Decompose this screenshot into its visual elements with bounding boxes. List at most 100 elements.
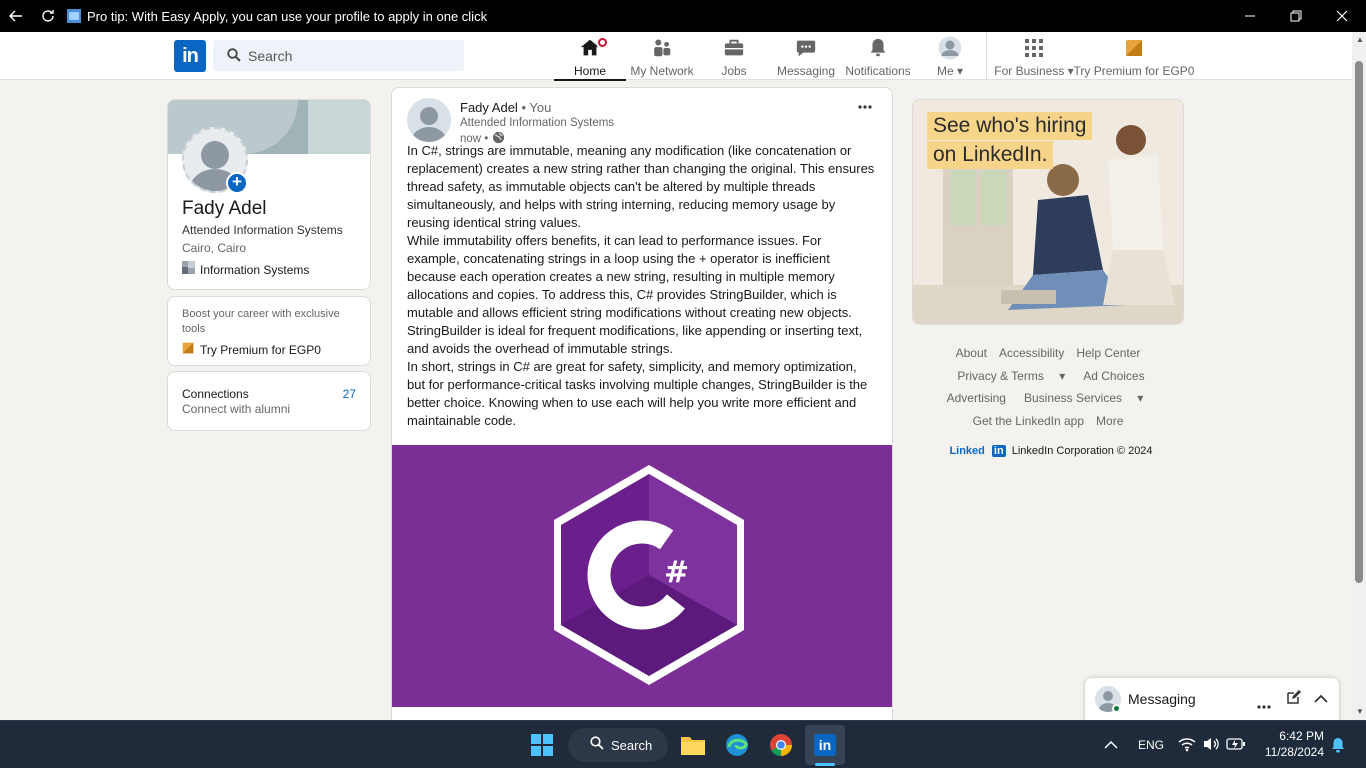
nav-label: Me ▾ bbox=[936, 64, 964, 78]
close-icon[interactable] bbox=[1328, 0, 1356, 32]
clock-date[interactable]: 11/28/2024 bbox=[1256, 745, 1324, 759]
start-icon[interactable] bbox=[522, 725, 562, 765]
chevron-down-icon: ▾ bbox=[956, 64, 964, 78]
nav-label: Jobs bbox=[721, 64, 747, 78]
post-paragraph: In C#, strings are immutable, meaning an… bbox=[407, 143, 875, 230]
nav-label: Try Premium for EGP0 bbox=[1073, 64, 1195, 78]
online-status-icon bbox=[1112, 704, 1121, 713]
tray-chevron-up-icon[interactable] bbox=[1104, 737, 1118, 755]
back-icon[interactable] bbox=[4, 0, 28, 32]
connections-card[interactable]: Connections Connect with alumni 27 bbox=[167, 371, 371, 431]
post-paragraph: While immutability offers benefits, it c… bbox=[407, 233, 863, 356]
bell-icon bbox=[867, 37, 889, 62]
nav-for-business[interactable]: For Business ▾ bbox=[992, 32, 1076, 80]
clock-time[interactable]: 6:42 PM bbox=[1262, 729, 1324, 743]
nav-notifications[interactable]: Notifications bbox=[842, 32, 914, 80]
footer-more-link[interactable]: More bbox=[1096, 414, 1123, 428]
scrollbar-thumb[interactable] bbox=[1355, 61, 1363, 583]
messaging-widget[interactable]: Messaging bbox=[1084, 677, 1340, 720]
linkedin-logo[interactable]: in bbox=[174, 40, 206, 72]
footer-business-link[interactable]: Business Services ▾ bbox=[1018, 391, 1149, 405]
post-card: Fady Adel • You Attended Information Sys… bbox=[391, 87, 893, 727]
post-paragraph: In short, strings in C# are great for sa… bbox=[407, 359, 868, 428]
nav-home[interactable]: Home bbox=[554, 32, 626, 81]
nav-me[interactable]: Me ▾ bbox=[914, 32, 986, 80]
browser-title-bar: Pro tip: With Easy Apply, you can use yo… bbox=[0, 0, 1366, 32]
active-app-indicator bbox=[815, 763, 835, 766]
language-indicator[interactable]: ENG bbox=[1138, 738, 1164, 752]
nav-jobs[interactable]: Jobs bbox=[698, 32, 770, 80]
compose-icon[interactable] bbox=[1287, 690, 1301, 709]
network-icon bbox=[651, 37, 673, 62]
scroll-down-icon[interactable]: ▼ bbox=[1356, 707, 1364, 716]
messaging-more-icon[interactable] bbox=[1257, 696, 1271, 714]
connections-sub: Connect with alumni bbox=[182, 402, 291, 416]
nav-label: Home bbox=[573, 64, 606, 78]
post-image[interactable]: # bbox=[392, 445, 892, 707]
profile-headline: Attended Information Systems bbox=[182, 223, 343, 237]
minimize-icon[interactable] bbox=[1236, 0, 1264, 32]
connections-count: 27 bbox=[342, 387, 356, 401]
windows-taskbar: Search in ENG 6:42 PM 11/28/2024 bbox=[0, 720, 1366, 768]
search-icon bbox=[227, 48, 241, 67]
messaging-label: Messaging bbox=[1128, 691, 1196, 707]
ad-headline-2: on LinkedIn. bbox=[927, 141, 1054, 169]
chevron-down-icon: ▾ bbox=[1137, 391, 1144, 405]
nav-messaging[interactable]: Messaging bbox=[770, 32, 842, 80]
edge-icon[interactable] bbox=[717, 725, 757, 765]
nav-divider bbox=[986, 32, 987, 80]
premium-card[interactable]: Boost your career with exclusive tools T… bbox=[167, 296, 371, 366]
wifi-icon[interactable] bbox=[1178, 736, 1196, 757]
battery-icon[interactable] bbox=[1226, 737, 1246, 756]
connections-label: Connections bbox=[182, 387, 249, 401]
post-author-name[interactable]: Fady Adel bbox=[460, 100, 518, 115]
top-nav: in Home My Network Jobs Messaging Notifi… bbox=[0, 32, 1352, 81]
linkedin-taskbar-icon[interactable]: in bbox=[805, 725, 845, 765]
chevron-up-icon[interactable] bbox=[1314, 691, 1328, 709]
footer-adchoices-link[interactable]: Ad Choices bbox=[1083, 369, 1144, 383]
ad-headline-1: See who's hiring bbox=[927, 112, 1093, 140]
chat-icon bbox=[795, 37, 817, 62]
footer-copyright: Linked in LinkedIn Corporation © 2024 bbox=[912, 440, 1184, 463]
post-author-avatar[interactable] bbox=[407, 98, 451, 142]
footer-accessibility-link[interactable]: Accessibility bbox=[999, 346, 1064, 360]
nav-label: For Business ▾ bbox=[994, 64, 1074, 78]
refresh-icon[interactable] bbox=[36, 0, 60, 32]
post-you-tag: • You bbox=[521, 100, 552, 115]
file-explorer-icon[interactable] bbox=[673, 725, 713, 765]
post-more-icon[interactable] bbox=[858, 96, 878, 110]
chevron-down-icon: ▾ bbox=[1059, 368, 1066, 383]
add-photo-icon[interactable]: + bbox=[226, 172, 248, 194]
footer-about-link[interactable]: About bbox=[956, 346, 987, 360]
window-title: Pro tip: With Easy Apply, you can use yo… bbox=[87, 9, 488, 24]
scroll-up-icon[interactable]: ▲ bbox=[1356, 35, 1364, 44]
taskbar-search[interactable]: Search bbox=[568, 728, 668, 762]
search-box[interactable] bbox=[213, 40, 464, 71]
footer-help-link[interactable]: Help Center bbox=[1076, 346, 1140, 360]
footer-privacy-link[interactable]: Privacy & Terms ▾ bbox=[951, 369, 1071, 383]
nav-try-premium[interactable]: Try Premium for EGP0 bbox=[1074, 32, 1194, 80]
premium-link[interactable]: Try Premium for EGP0 bbox=[182, 341, 321, 359]
post-author-headline: Attended Information Systems bbox=[460, 117, 615, 129]
footer-links: About Accessibility Help Center Privacy & … bbox=[912, 342, 1184, 463]
favicon-icon bbox=[66, 0, 82, 32]
active-indicator bbox=[554, 79, 626, 81]
nav-label: Messaging bbox=[776, 64, 836, 78]
notification-badge bbox=[596, 36, 609, 49]
restore-icon[interactable] bbox=[1282, 0, 1310, 32]
hiring-ad[interactable]: See who's hiring on LinkedIn. bbox=[912, 99, 1184, 325]
chrome-icon[interactable] bbox=[761, 725, 801, 765]
profile-name[interactable]: Fady Adel bbox=[182, 198, 267, 220]
footer-app-link[interactable]: Get the LinkedIn app bbox=[973, 414, 1084, 428]
profile-org[interactable]: Information Systems bbox=[182, 261, 309, 279]
search-input[interactable] bbox=[248, 40, 458, 71]
avatar-icon bbox=[938, 36, 962, 63]
footer-advertising-link[interactable]: Advertising bbox=[947, 391, 1006, 405]
post-author-line: Fady Adel • You bbox=[460, 100, 551, 115]
page-scrollbar[interactable]: ▲ ▼ bbox=[1352, 32, 1366, 720]
search-icon bbox=[590, 735, 604, 755]
volume-icon[interactable] bbox=[1202, 736, 1220, 757]
premium-icon bbox=[1125, 39, 1143, 60]
notification-bell-icon[interactable] bbox=[1331, 737, 1345, 758]
nav-my-network[interactable]: My Network bbox=[626, 32, 698, 80]
